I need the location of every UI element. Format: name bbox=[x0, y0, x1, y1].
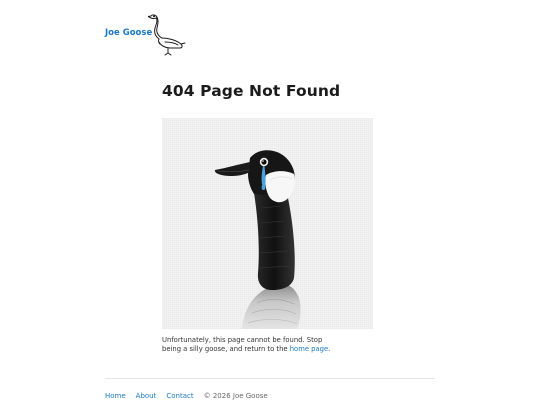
copyright-text: © 2026 Joe Goose bbox=[203, 392, 268, 400]
not-found-message: Unfortunately, this page cannot be found… bbox=[162, 336, 332, 355]
footer: Home About Contact © 2026 Joe Goose bbox=[105, 392, 268, 401]
main-content: 404 Page Not Found Unfortunately, this p… bbox=[162, 82, 377, 353]
page-title: 404 Page Not Found bbox=[162, 82, 341, 100]
crying-goose-illustration bbox=[162, 118, 373, 329]
goose-logo-icon bbox=[148, 14, 186, 56]
footer-link-home[interactable]: Home bbox=[105, 392, 126, 401]
footer-divider bbox=[105, 378, 435, 379]
brand-name: Joe Goose bbox=[105, 28, 153, 38]
footer-link-contact[interactable]: Contact bbox=[166, 392, 193, 401]
home-page-link[interactable]: home page bbox=[290, 345, 328, 353]
message-end: . bbox=[328, 345, 331, 354]
page: Joe Goose 404 Page Not Found Unfortunate… bbox=[0, 0, 540, 405]
footer-link-about[interactable]: About bbox=[136, 392, 157, 401]
